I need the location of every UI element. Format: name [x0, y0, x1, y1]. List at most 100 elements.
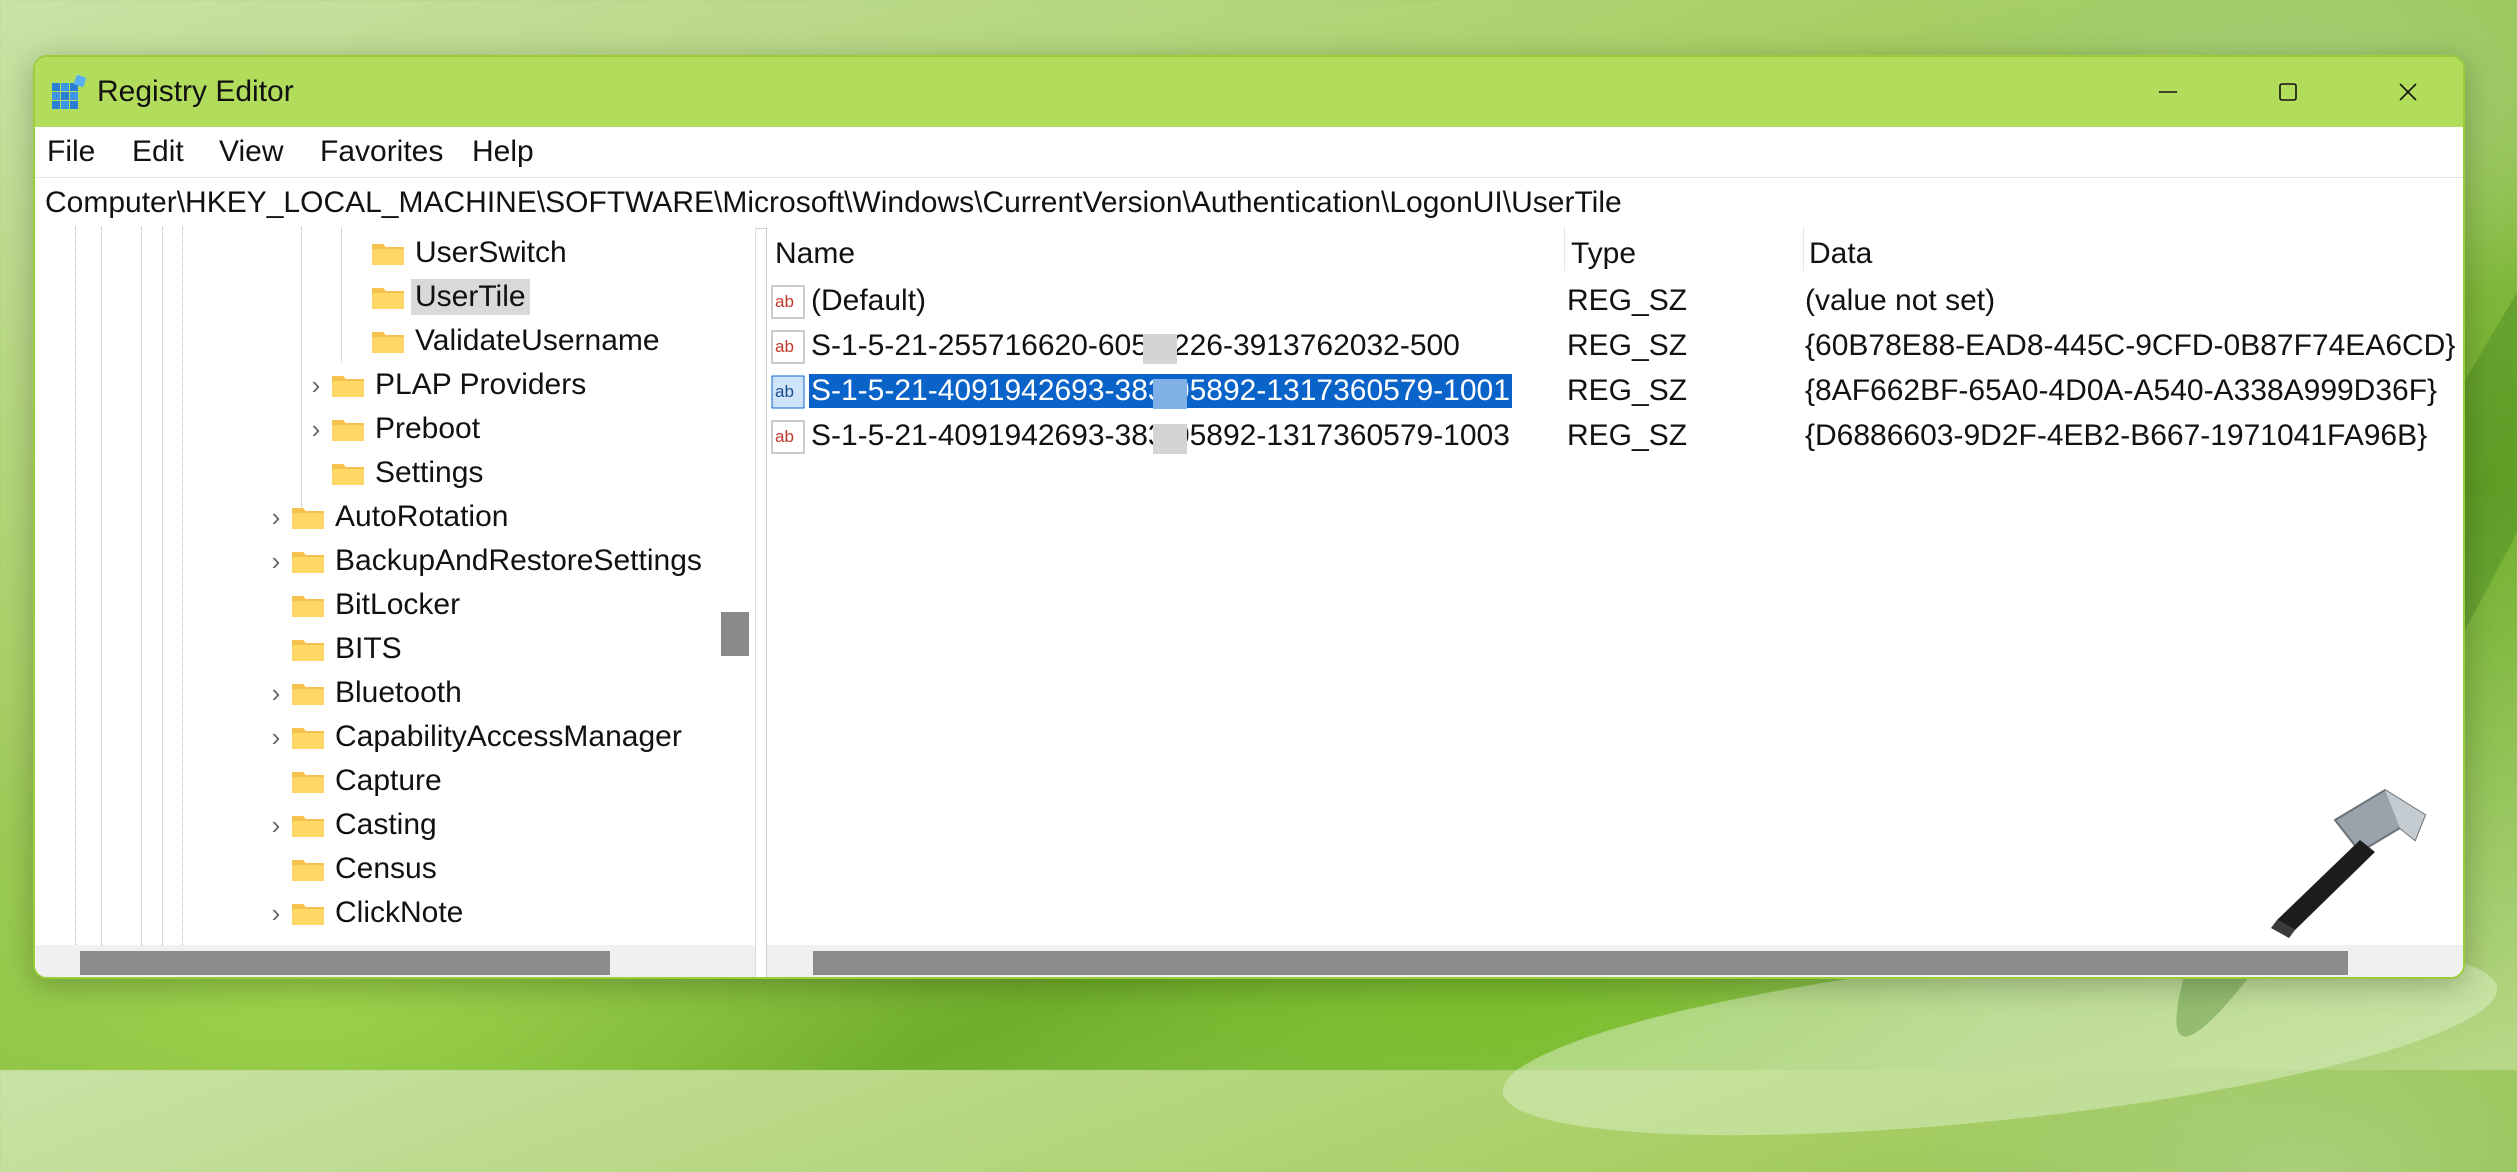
column-divider[interactable] — [1564, 227, 1565, 271]
chevron-right-icon[interactable]: › — [301, 370, 331, 401]
tree-item-backupandrestoresettings[interactable]: › BackupAndRestoreSettings — [261, 539, 713, 583]
chevron-right-icon[interactable]: › — [261, 502, 291, 533]
folder-icon — [292, 508, 324, 529]
column-header-type[interactable]: Type — [1571, 237, 1636, 271]
value-name: S-1-5-21-255716620-605 7226-3913762032-5… — [811, 329, 1460, 362]
column-header-name[interactable]: Name — [775, 237, 855, 271]
folder-icon — [292, 860, 324, 881]
tree-item-capture[interactable]: Capture — [261, 759, 446, 803]
menu-bar: File Edit View Favorites Help — [35, 127, 2463, 177]
svg-text:ab: ab — [775, 292, 794, 311]
tree-vertical-scroll-thumb[interactable] — [721, 612, 749, 656]
value-data: (value not set) — [1805, 284, 1996, 317]
menu-view[interactable]: View — [219, 135, 283, 169]
values-horizontal-scroll-thumb[interactable] — [813, 951, 2348, 975]
tree-guide-line — [162, 227, 163, 945]
value-row[interactable]: ab (Default) REG_SZ (value not set) — [767, 281, 2463, 323]
tree-item-label: Preboot — [375, 412, 481, 445]
chevron-right-icon[interactable]: › — [261, 898, 291, 929]
folder-icon — [332, 420, 364, 441]
folder-icon — [372, 288, 404, 309]
tree-item-autorotation[interactable]: › AutoRotation — [261, 495, 512, 539]
chevron-right-icon[interactable]: › — [261, 810, 291, 841]
tree-item-plap-providers[interactable]: › PLAP Providers — [301, 363, 590, 407]
tree-item-census[interactable]: Census — [261, 847, 441, 891]
folder-icon — [292, 728, 324, 749]
svg-text:ab: ab — [775, 427, 794, 446]
folder-icon — [372, 244, 404, 265]
value-row-selected[interactable]: ab S-1-5-21-4091942693-383 05892-1317360… — [767, 371, 2463, 413]
string-value-ab-icon: ab — [771, 285, 805, 319]
tree-item-label: UserSwitch — [415, 236, 567, 269]
tree-item-userswitch[interactable]: UserSwitch — [341, 231, 571, 275]
column-header-data[interactable]: Data — [1809, 237, 1872, 271]
tree-item-label: BITS — [335, 632, 402, 665]
value-type: REG_SZ — [1567, 419, 1688, 452]
svg-text:ab: ab — [775, 337, 794, 356]
tree-item-usertile[interactable]: UserTile — [341, 275, 530, 319]
redaction-mask — [1153, 424, 1187, 454]
tree-item-label: BackupAndRestoreSettings — [335, 544, 702, 577]
tree-item-clicknote[interactable]: › ClickNote — [261, 891, 467, 935]
tree-vertical-scrollbar[interactable] — [713, 227, 747, 945]
close-button[interactable] — [2353, 57, 2463, 127]
value-data: {D6886603-9D2F-4EB2-B667-1971041FA96B} — [1805, 419, 2428, 452]
menu-file[interactable]: File — [47, 135, 95, 169]
tree-item-bluetooth[interactable]: › Bluetooth — [261, 671, 466, 715]
tree-item-bits[interactable]: BITS — [261, 627, 406, 671]
tree-guide-line — [75, 227, 76, 945]
menu-favorites[interactable]: Favorites — [320, 135, 443, 169]
tree-item-capabilityaccessmanager[interactable]: › CapabilityAccessManager — [261, 715, 686, 759]
tree-item-label: UserTile — [411, 279, 530, 315]
value-row[interactable]: ab S-1-5-21-4091942693-383 05892-1317360… — [767, 416, 2463, 458]
value-data: {8AF662BF-65A0-4D0A-A540-A338A999D36F} — [1805, 374, 2438, 407]
tree-guide-line — [141, 227, 142, 945]
chevron-right-icon[interactable]: › — [261, 546, 291, 577]
tree-item-validateusername[interactable]: ValidateUsername — [341, 319, 664, 363]
values-list-pane: Name Type Data ab (Default) REG_SZ (valu… — [766, 227, 2463, 977]
address-path[interactable]: Computer\HKEY_LOCAL_MACHINE\SOFTWARE\Mic… — [45, 186, 1622, 220]
hammer-logo — [2271, 788, 2427, 938]
folder-icon — [372, 332, 404, 353]
chevron-right-icon[interactable]: › — [261, 678, 291, 709]
svg-text:ab: ab — [775, 382, 794, 401]
tree-guide-line — [101, 227, 102, 945]
redaction-mask — [1143, 334, 1177, 364]
value-name: (Default) — [811, 284, 927, 317]
tree-item-label: Bluetooth — [335, 676, 462, 709]
tree-item-label: ValidateUsername — [415, 324, 660, 357]
value-type: REG_SZ — [1567, 329, 1688, 362]
chevron-right-icon[interactable]: › — [301, 414, 331, 445]
column-divider[interactable] — [1803, 227, 1804, 271]
tree-item-casting[interactable]: › Casting — [261, 803, 441, 847]
tree-horizontal-scroll-thumb[interactable] — [80, 951, 610, 975]
value-type: REG_SZ — [1567, 374, 1688, 407]
value-row[interactable]: ab S-1-5-21-255716620-605 7226-391376203… — [767, 326, 2463, 368]
registry-editor-window: Registry Editor File Edit View Favorites… — [33, 55, 2465, 979]
tree-item-settings[interactable]: Settings — [301, 451, 487, 495]
folder-icon — [292, 596, 324, 617]
maximize-icon — [2279, 83, 2297, 101]
tree-item-label: Census — [335, 852, 437, 885]
tree-item-label: PLAP Providers — [375, 368, 587, 401]
maximize-button[interactable] — [2233, 57, 2343, 127]
tree-item-bitlocker[interactable]: BitLocker — [261, 583, 464, 627]
tree-item-label: Capture — [335, 764, 442, 797]
menu-edit[interactable]: Edit — [132, 135, 184, 169]
minimize-button[interactable] — [2113, 57, 2223, 127]
value-type: REG_SZ — [1567, 284, 1688, 317]
folder-icon — [292, 640, 324, 661]
address-bar[interactable]: Computer\HKEY_LOCAL_MACHINE\SOFTWARE\Mic… — [35, 177, 2463, 229]
title-bar[interactable]: Registry Editor — [35, 57, 2463, 127]
chevron-right-icon[interactable]: › — [261, 722, 291, 753]
menu-help[interactable]: Help — [472, 135, 534, 169]
folder-icon — [292, 552, 324, 573]
folder-icon — [292, 904, 324, 925]
folder-icon — [332, 376, 364, 397]
tree-item-label: CapabilityAccessManager — [335, 720, 682, 753]
folder-icon — [292, 816, 324, 837]
tree-item-label: BitLocker — [335, 588, 461, 621]
minimize-icon — [2159, 91, 2177, 93]
tree-item-label: Casting — [335, 808, 437, 841]
tree-item-preboot[interactable]: › Preboot — [301, 407, 484, 451]
